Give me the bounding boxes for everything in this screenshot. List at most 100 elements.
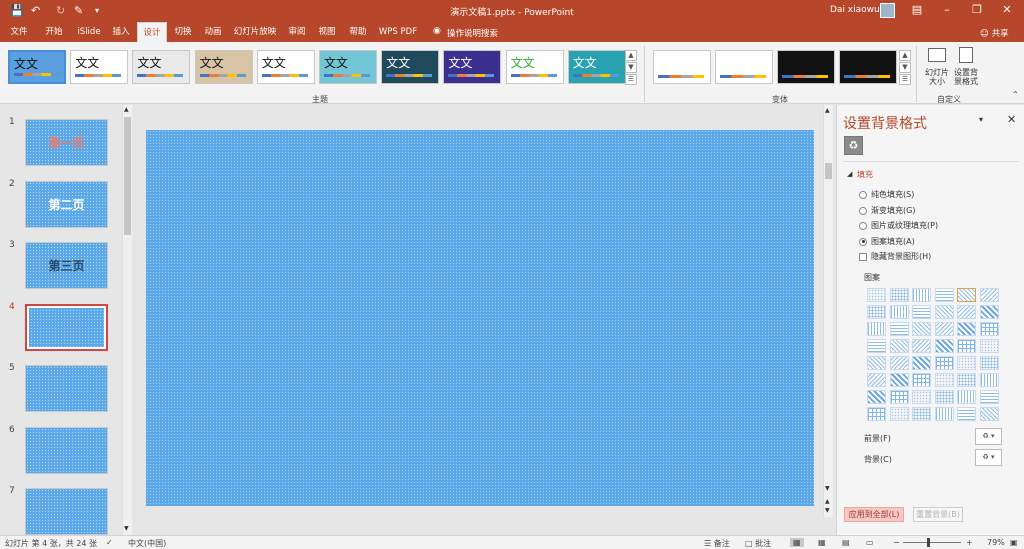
tab-8[interactable]: 审阅 xyxy=(283,22,311,42)
pattern-swatch[interactable] xyxy=(957,288,976,302)
pattern-swatch[interactable] xyxy=(979,356,999,370)
tab-5[interactable]: 切换 xyxy=(169,22,197,42)
slide-thumbnail[interactable] xyxy=(25,303,108,351)
normal-view-icon[interactable]: ▦ xyxy=(790,538,804,547)
pattern-swatch[interactable] xyxy=(934,288,954,302)
theme-thumbnail-4[interactable]: 文文 xyxy=(256,50,315,84)
theme-thumbnail-0[interactable]: 文文 xyxy=(8,50,66,84)
variants-more[interactable]: ☰ xyxy=(899,74,911,85)
pattern-swatch[interactable] xyxy=(867,373,886,387)
hide-background-checkbox[interactable] xyxy=(859,253,867,261)
fill-radio-1[interactable] xyxy=(859,206,867,215)
slide-scrollbar-thumb[interactable] xyxy=(825,163,832,179)
tab-11[interactable]: WPS PDF xyxy=(375,22,421,42)
user-name[interactable]: Dai xiaowu xyxy=(830,5,880,15)
minimize-icon[interactable]: – xyxy=(937,3,957,16)
scroll-up-icon[interactable]: ▲ xyxy=(124,106,129,113)
zoom-level[interactable]: 79% xyxy=(987,538,1005,547)
tab-9[interactable]: 视图 xyxy=(313,22,341,42)
fill-option-label[interactable]: 渐变填充(G) xyxy=(871,205,915,216)
themes-more[interactable]: ☰ xyxy=(625,74,637,85)
themes-scroll-up[interactable]: ▲ xyxy=(625,50,637,61)
pattern-swatch[interactable] xyxy=(957,373,976,387)
thumbnail-scrollbar[interactable]: ▲ ▼ xyxy=(122,105,132,535)
zoom-out-icon[interactable]: − xyxy=(893,538,900,547)
variants-scroll-up[interactable]: ▲ xyxy=(899,50,911,61)
variant-thumbnail-3[interactable] xyxy=(839,50,897,84)
theme-thumbnail-9[interactable]: 文文 xyxy=(567,50,626,84)
slide-thumbnail[interactable]: 第三页 xyxy=(25,242,108,289)
zoom-in-icon[interactable]: + xyxy=(966,538,973,547)
next-slide-icon[interactable]: ▼ xyxy=(825,507,830,514)
pattern-swatch[interactable] xyxy=(957,407,976,421)
reading-view-icon[interactable]: ▤ xyxy=(842,538,850,547)
pattern-swatch[interactable] xyxy=(957,356,976,370)
pattern-swatch[interactable] xyxy=(867,356,886,370)
theme-thumbnail-6[interactable]: 文文 xyxy=(381,50,440,84)
fill-radio-3[interactable] xyxy=(859,237,867,246)
pattern-swatch[interactable] xyxy=(889,339,909,353)
pattern-swatch[interactable] xyxy=(979,390,999,404)
slide-thumbnail[interactable] xyxy=(25,426,108,474)
slide-thumbnail[interactable]: 第二页 xyxy=(25,180,108,228)
pattern-swatch[interactable] xyxy=(934,339,954,353)
pattern-swatch[interactable] xyxy=(957,339,976,353)
notes-button[interactable]: ☰ 备注 xyxy=(704,538,730,549)
fill-radio-0[interactable] xyxy=(859,191,867,199)
slide-thumbnail[interactable] xyxy=(25,488,108,535)
collapse-ribbon-icon[interactable]: ⌃ xyxy=(1012,90,1019,99)
avatar[interactable] xyxy=(880,3,895,18)
pattern-swatch[interactable] xyxy=(979,339,999,353)
apply-to-all-button[interactable]: 应用到全部(L) xyxy=(844,507,904,522)
pattern-swatch[interactable] xyxy=(912,322,931,336)
tab-1[interactable]: 开始 xyxy=(38,22,70,42)
pattern-swatch[interactable] xyxy=(889,305,909,319)
fit-slide-icon[interactable]: ▣ xyxy=(1010,538,1018,547)
tab-3[interactable]: 插入 xyxy=(107,22,135,42)
share-button[interactable]: ☺ 共享 xyxy=(980,27,1009,39)
fill-section-label[interactable]: 填充 xyxy=(857,169,873,180)
comments-button[interactable]: □ 批注 xyxy=(745,538,771,549)
pattern-swatch[interactable] xyxy=(889,407,909,421)
slide-size-button[interactable]: 幻灯片 大小 xyxy=(922,46,952,92)
variants-scroll-down[interactable]: ▼ xyxy=(899,62,911,73)
close-icon[interactable]: ✕ xyxy=(997,3,1017,16)
pattern-swatch[interactable] xyxy=(979,407,999,421)
pattern-swatch[interactable] xyxy=(979,322,999,336)
pattern-swatch[interactable] xyxy=(934,305,954,319)
slide-thumbnail[interactable]: 第一页 xyxy=(25,119,108,166)
pattern-swatch[interactable] xyxy=(979,373,999,387)
theme-thumbnail-1[interactable]: 文文 xyxy=(70,50,129,84)
pattern-swatch[interactable] xyxy=(934,322,954,336)
tab-10[interactable]: 帮助 xyxy=(344,22,372,42)
ribbon-display-icon[interactable]: ▤ xyxy=(907,3,927,16)
reset-background-button[interactable]: 重置背景(B) xyxy=(913,507,963,522)
format-background-button[interactable]: 设置背 景格式 xyxy=(951,46,981,92)
thumbnail-scrollbar-thumb[interactable] xyxy=(124,117,131,235)
pattern-swatch[interactable] xyxy=(889,390,909,404)
collapse-triangle-icon[interactable]: ◢ xyxy=(847,170,852,178)
current-slide[interactable] xyxy=(146,130,814,506)
pattern-swatch[interactable] xyxy=(912,390,931,404)
pattern-swatch[interactable] xyxy=(934,407,954,421)
tab-7[interactable]: 幻灯片放映 xyxy=(230,22,280,42)
themes-scroll-down[interactable]: ▼ xyxy=(625,62,637,73)
tab-6[interactable]: 动画 xyxy=(199,22,227,42)
pattern-swatch[interactable] xyxy=(912,373,931,387)
pattern-swatch[interactable] xyxy=(979,305,999,319)
pattern-swatch[interactable] xyxy=(957,390,976,404)
pattern-swatch[interactable] xyxy=(979,288,999,302)
pattern-swatch[interactable] xyxy=(867,288,886,302)
theme-thumbnail-2[interactable]: 文文 xyxy=(132,50,191,84)
pattern-swatch[interactable] xyxy=(889,322,909,336)
theme-thumbnail-7[interactable]: 文文 xyxy=(443,50,502,84)
slide-thumbnail[interactable] xyxy=(25,365,108,412)
tab-4[interactable]: 设计 xyxy=(137,22,167,42)
scroll-up-icon[interactable]: ▲ xyxy=(825,107,830,114)
slide-scrollbar[interactable]: ▲ ▼ ▲ ▼ xyxy=(823,105,833,517)
prev-slide-icon[interactable]: ▲ xyxy=(825,498,830,505)
pattern-swatch[interactable] xyxy=(889,373,909,387)
fill-radio-2[interactable] xyxy=(859,222,867,230)
tab-0[interactable]: 文件 xyxy=(4,22,34,42)
foreground-color-button[interactable]: ♻ ▾ xyxy=(975,428,1002,445)
